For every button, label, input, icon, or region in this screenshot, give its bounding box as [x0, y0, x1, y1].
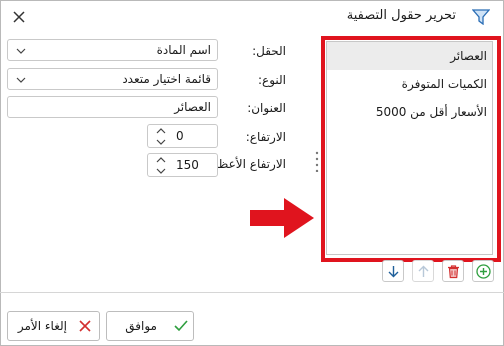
caption-label: العنوان: [247, 101, 286, 115]
filter-icon [472, 9, 490, 25]
ok-button-label: موافق [125, 319, 157, 333]
add-circle-icon [476, 264, 491, 279]
chevron-down-icon [16, 77, 26, 83]
type-select-value: قائمة اختيار متعدد [122, 72, 211, 86]
caption-input[interactable]: العصائر [7, 96, 218, 118]
title-bar: تحرير حقول التصفية [0, 0, 504, 34]
list-item[interactable]: الكميات المتوفرة [327, 70, 492, 98]
move-down-button[interactable] [382, 260, 404, 282]
chevron-up-icon[interactable] [155, 126, 167, 136]
splitter-handle[interactable] [315, 150, 319, 172]
max-height-value: 150 [176, 158, 199, 172]
chevron-down-icon [16, 48, 26, 54]
cancel-button-label: إلغاء الأمر [17, 319, 67, 333]
add-button[interactable] [472, 260, 494, 282]
ok-button[interactable]: موافق [106, 311, 194, 341]
height-value: 0 [176, 129, 184, 143]
chevron-down-icon[interactable] [155, 166, 167, 176]
field-select-value: اسم المادة [156, 43, 211, 57]
list-item[interactable]: العصائر [327, 42, 492, 70]
filter-fields-list[interactable]: العصائر الكميات المتوفرة الأسعار أقل من … [326, 41, 493, 255]
height-stepper[interactable]: 0 [147, 124, 218, 148]
type-label: النوع: [257, 73, 286, 87]
close-icon[interactable] [10, 8, 28, 26]
x-icon [79, 320, 91, 332]
max-height-stepper[interactable]: 150 [147, 153, 218, 177]
height-label: الارتفاع: [245, 130, 286, 144]
red-arrow-icon [250, 198, 314, 238]
move-up-button[interactable] [412, 260, 434, 282]
chevron-up-icon[interactable] [155, 155, 167, 165]
arrow-down-icon [388, 266, 399, 278]
window-title: تحرير حقول التصفية [346, 8, 456, 23]
list-item[interactable]: الأسعار أقل من 5000 [327, 98, 492, 126]
footer-divider [0, 292, 504, 293]
delete-icon [448, 265, 459, 279]
caption-input-value: العصائر [174, 100, 211, 114]
field-select[interactable]: اسم المادة [7, 39, 218, 61]
chevron-down-icon[interactable] [155, 137, 167, 147]
arrow-up-icon [418, 265, 429, 277]
type-select[interactable]: قائمة اختيار متعدد [7, 68, 218, 90]
field-label: الحقل: [252, 44, 286, 58]
delete-button[interactable] [442, 260, 464, 282]
cancel-button[interactable]: إلغاء الأمر [7, 311, 100, 341]
check-icon [174, 320, 188, 332]
